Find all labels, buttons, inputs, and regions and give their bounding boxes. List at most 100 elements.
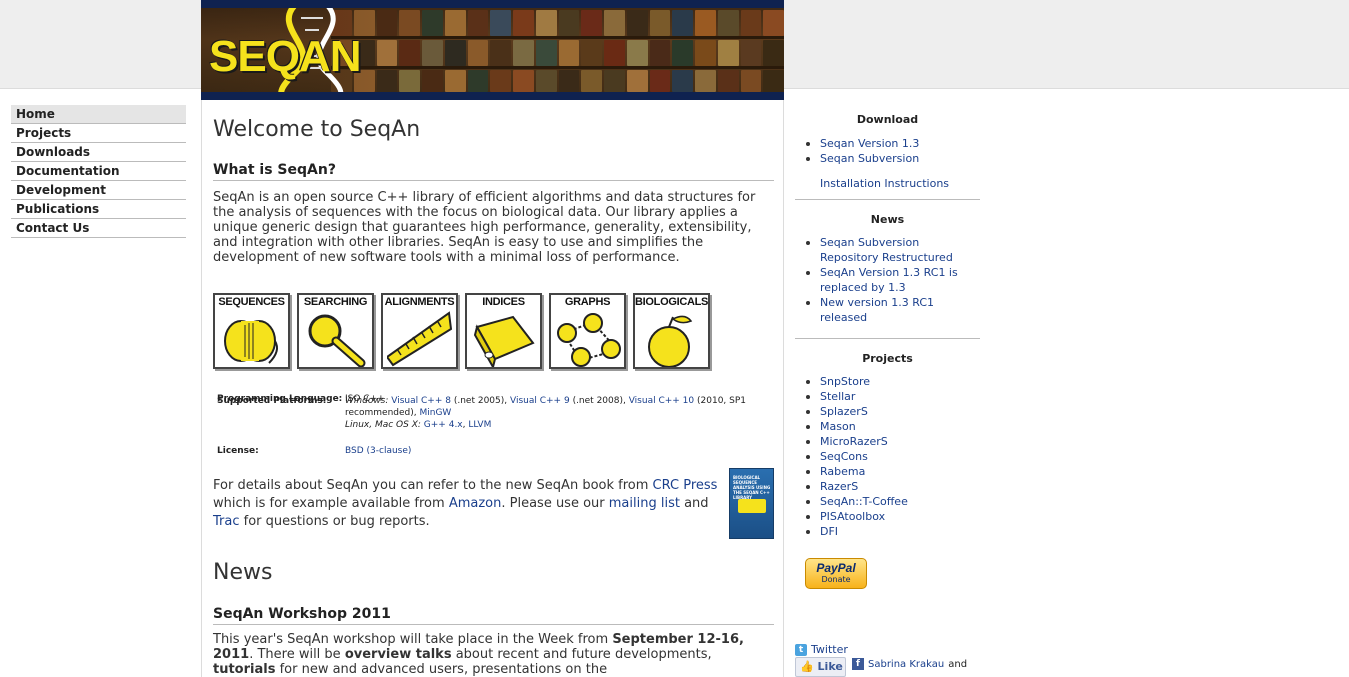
- workshop-text: for new and advanced users, presentation…: [275, 662, 608, 677]
- download-list: Seqan Version 1.3 Seqan Subversion: [795, 136, 980, 166]
- main-content-column: Welcome to SeqAn What is SeqAn? SeqAn is…: [201, 100, 784, 677]
- amazon-link[interactable]: Amazon: [449, 496, 502, 511]
- feature-icons-row: SEQUENCES SEARCHING ALIGNMENTS INDICES G…: [213, 293, 710, 369]
- crc-press-link[interactable]: CRC Press: [653, 478, 718, 493]
- nav-item-projects[interactable]: Projects: [11, 124, 186, 143]
- feature-label: ALIGNMENTS: [384, 296, 455, 308]
- news-link[interactable]: SeqAn Version 1.3 RC1 is replaced by 1.3: [795, 265, 980, 295]
- logo-text: SEQAN: [209, 32, 361, 81]
- project-link[interactable]: RazerS: [795, 479, 980, 494]
- magnifying-glass-icon: [308, 314, 366, 367]
- logo-area[interactable]: SEQAN: [201, 8, 376, 92]
- feature-label: SEQUENCES: [218, 296, 285, 308]
- projects-list: SnpStore Stellar SplazerS Mason MicroRaz…: [795, 374, 980, 539]
- paypal-donate-button[interactable]: PayPal Donate: [805, 558, 867, 589]
- news-link[interactable]: Seqan Subversion Repository Restructured: [795, 235, 980, 265]
- nav-item-contact-us[interactable]: Contact Us: [11, 219, 186, 238]
- gcc-link[interactable]: G++ 4.x: [424, 420, 463, 430]
- visual-cpp-8-link[interactable]: Visual C++ 8: [391, 396, 451, 406]
- download-box: Download Seqan Version 1.3 Seqan Subvers…: [795, 113, 980, 200]
- graph-nodes-icon: [557, 313, 621, 367]
- news-link[interactable]: New version 1.3 RC1 released: [795, 295, 980, 325]
- ruler-icon: [387, 311, 453, 367]
- installation-instructions-link[interactable]: Installation Instructions: [795, 176, 980, 191]
- platform-os-label: Windows:: [345, 396, 389, 406]
- download-link[interactable]: Seqan Version 1.3: [795, 136, 980, 151]
- right-sidebar: Download Seqan Version 1.3 Seqan Subvers…: [795, 108, 980, 539]
- platform-note: (.net 2008),: [572, 396, 626, 406]
- details-text: and: [679, 496, 709, 511]
- thread-spool-icon: [224, 320, 278, 364]
- feature-label: BIOLOGICALS: [635, 296, 709, 308]
- details-paragraph: For details about SeqAn you can refer to…: [213, 477, 718, 531]
- page-title: Welcome to SeqAn: [213, 117, 421, 142]
- project-link[interactable]: Rabema: [795, 464, 980, 479]
- visual-cpp-9-link[interactable]: Visual C++ 9: [510, 396, 570, 406]
- alignments-feature-card[interactable]: ALIGNMENTS: [381, 293, 458, 369]
- paypal-logo: PayPal: [816, 561, 856, 575]
- section-heading-workshop: SeqAn Workshop 2011: [213, 606, 774, 625]
- project-link[interactable]: PISAtoolbox: [795, 509, 980, 524]
- project-link[interactable]: Mason: [795, 419, 980, 434]
- facebook-like-button[interactable]: 👍 Like: [795, 657, 846, 677]
- feature-label: SEARCHING: [303, 296, 368, 308]
- platform-os-label: Linux, Mac OS X:: [345, 420, 421, 430]
- facebook-friend-like: f Sabrina Krakau and: [852, 658, 967, 670]
- projects-box: Projects SnpStore Stellar SplazerS Mason…: [795, 352, 980, 539]
- seqan-book-cover-image[interactable]: BIOLOGICAL SEQUENCE ANALYSIS USING THE S…: [729, 468, 774, 539]
- banner-top-stripe: [201, 0, 784, 8]
- section-heading-what-is-seqan: What is SeqAn?: [213, 162, 774, 181]
- platform-separator: ,: [462, 420, 466, 430]
- searching-feature-card[interactable]: SEARCHING: [297, 293, 374, 369]
- nav-item-publications[interactable]: Publications: [11, 200, 186, 219]
- nav-item-documentation[interactable]: Documentation: [11, 162, 186, 181]
- license-link[interactable]: BSD (3-clause): [345, 445, 765, 457]
- project-link[interactable]: MicroRazerS: [795, 434, 980, 449]
- llvm-link[interactable]: LLVM: [468, 420, 491, 430]
- visual-cpp-10-link[interactable]: Visual C++ 10: [629, 396, 694, 406]
- twitter-link[interactable]: t Twitter: [795, 643, 848, 656]
- indices-feature-card[interactable]: INDICES: [465, 293, 542, 369]
- news-heading: News: [870, 213, 905, 226]
- like-label: Like: [817, 660, 843, 673]
- details-text: For details about SeqAn you can refer to…: [213, 478, 653, 493]
- book-cover-title: BIOLOGICAL SEQUENCE ANALYSIS USING THE S…: [733, 475, 771, 500]
- mailing-list-link[interactable]: mailing list: [609, 496, 680, 511]
- workshop-text: . There will be: [249, 647, 345, 662]
- mingw-link[interactable]: MinGW: [419, 408, 451, 418]
- nav-item-downloads[interactable]: Downloads: [11, 143, 186, 162]
- project-link[interactable]: SnpStore: [795, 374, 980, 389]
- platform-note: (.net 2005),: [453, 396, 508, 406]
- project-link[interactable]: SplazerS: [795, 404, 980, 419]
- thumbs-up-icon: 👍: [800, 660, 814, 673]
- biologicals-feature-card[interactable]: BIOLOGICALS: [633, 293, 710, 369]
- feature-label: INDICES: [482, 296, 525, 308]
- details-text: for questions or bug reports.: [239, 514, 430, 529]
- workshop-text: about recent and future developments,: [451, 647, 712, 662]
- download-heading: Download: [856, 113, 919, 126]
- apple-icon: [648, 315, 693, 367]
- nav-item-home[interactable]: Home: [11, 105, 186, 124]
- nav-item-development[interactable]: Development: [11, 181, 186, 200]
- project-link[interactable]: DFI: [795, 524, 980, 539]
- bookshelf-row: [331, 10, 784, 36]
- details-text: . Please use our: [501, 496, 609, 511]
- download-link[interactable]: Seqan Subversion: [795, 151, 980, 166]
- sequences-feature-card[interactable]: SEQUENCES: [213, 293, 290, 369]
- project-link[interactable]: SeqAn::T-Coffee: [795, 494, 980, 509]
- bookshelf-row: [331, 70, 784, 92]
- projects-heading: Projects: [862, 352, 913, 365]
- graphs-feature-card[interactable]: GRAPHS: [549, 293, 626, 369]
- news-list: Seqan Subversion Repository Restructured…: [795, 235, 980, 325]
- twitter-label: Twitter: [811, 643, 848, 656]
- project-link[interactable]: SeqCons: [795, 449, 980, 464]
- workshop-highlight: tutorials: [213, 662, 276, 677]
- project-link[interactable]: Stellar: [795, 389, 980, 404]
- banner-bottom-stripe: [201, 92, 784, 100]
- book-cover-logo: [738, 499, 766, 513]
- workshop-text: This year's SeqAn workshop will take pla…: [213, 632, 613, 647]
- info-label: License:: [217, 446, 259, 456]
- facebook-friend-link[interactable]: Sabrina Krakau: [868, 659, 944, 670]
- feature-label: GRAPHS: [564, 296, 611, 308]
- trac-link[interactable]: Trac: [213, 514, 240, 529]
